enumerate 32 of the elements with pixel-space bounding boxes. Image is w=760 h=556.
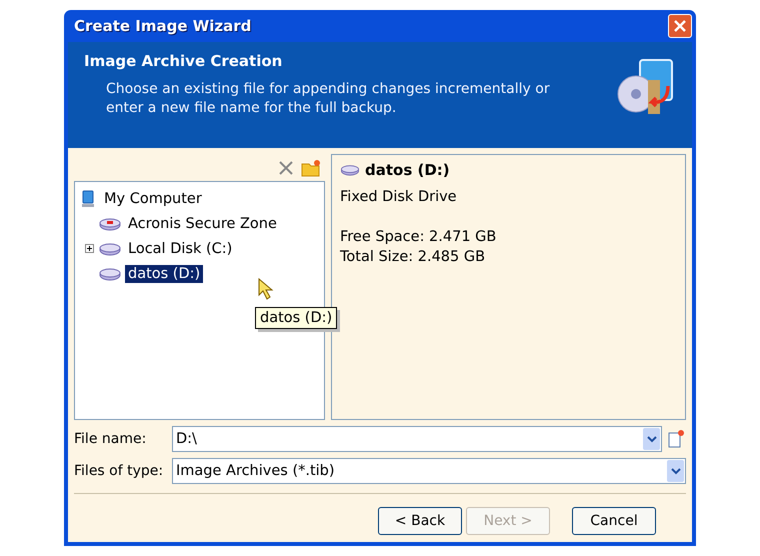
close-icon [673, 19, 687, 33]
delete-icon[interactable] [277, 158, 295, 176]
field-label: Files of type: [74, 463, 164, 479]
file-name-field[interactable]: D:\ [172, 426, 662, 452]
tree-item[interactable]: My Computer [101, 190, 205, 208]
tooltip: datos (D:) [255, 307, 338, 329]
new-folder-icon[interactable] [301, 158, 321, 176]
field-label: File name: [74, 431, 148, 447]
wizard-button[interactable]: < Back [378, 507, 462, 535]
tree-item[interactable]: Local Disk (C:) [125, 240, 236, 258]
drive-icon [340, 164, 360, 176]
drive-title: datos (D:) [365, 161, 450, 179]
total-size: Total Size: 2.485 GB [340, 248, 486, 267]
new-file-icon[interactable] [666, 429, 686, 449]
drive-type: Fixed Disk Drive [340, 188, 458, 207]
chevron-down-icon[interactable] [670, 468, 680, 474]
tree-item[interactable]: datos (D:) [125, 264, 204, 282]
expand-icon[interactable] [85, 244, 94, 253]
drive-icon [99, 242, 121, 256]
computer-icon [79, 190, 97, 208]
file-type-dropdown[interactable]: Image Archives (*.tib) [172, 458, 686, 484]
chevron-down-icon[interactable] [646, 436, 656, 442]
close-button[interactable] [668, 14, 692, 38]
window-title: Create Image Wizard [74, 17, 252, 35]
cursor-icon [258, 278, 274, 300]
drive-icon [99, 266, 121, 280]
free-space: Free Space: 2.471 GB [340, 228, 498, 247]
header-title: Image Archive Creation [84, 52, 284, 70]
secure-drive-icon [99, 216, 121, 230]
tree-item[interactable]: Acronis Secure Zone [125, 214, 280, 232]
wizard-button[interactable]: Cancel [572, 507, 656, 535]
header-description: Choose an existing file for appending changes incrementally or enter a new file name for the full backup. [106, 80, 551, 118]
